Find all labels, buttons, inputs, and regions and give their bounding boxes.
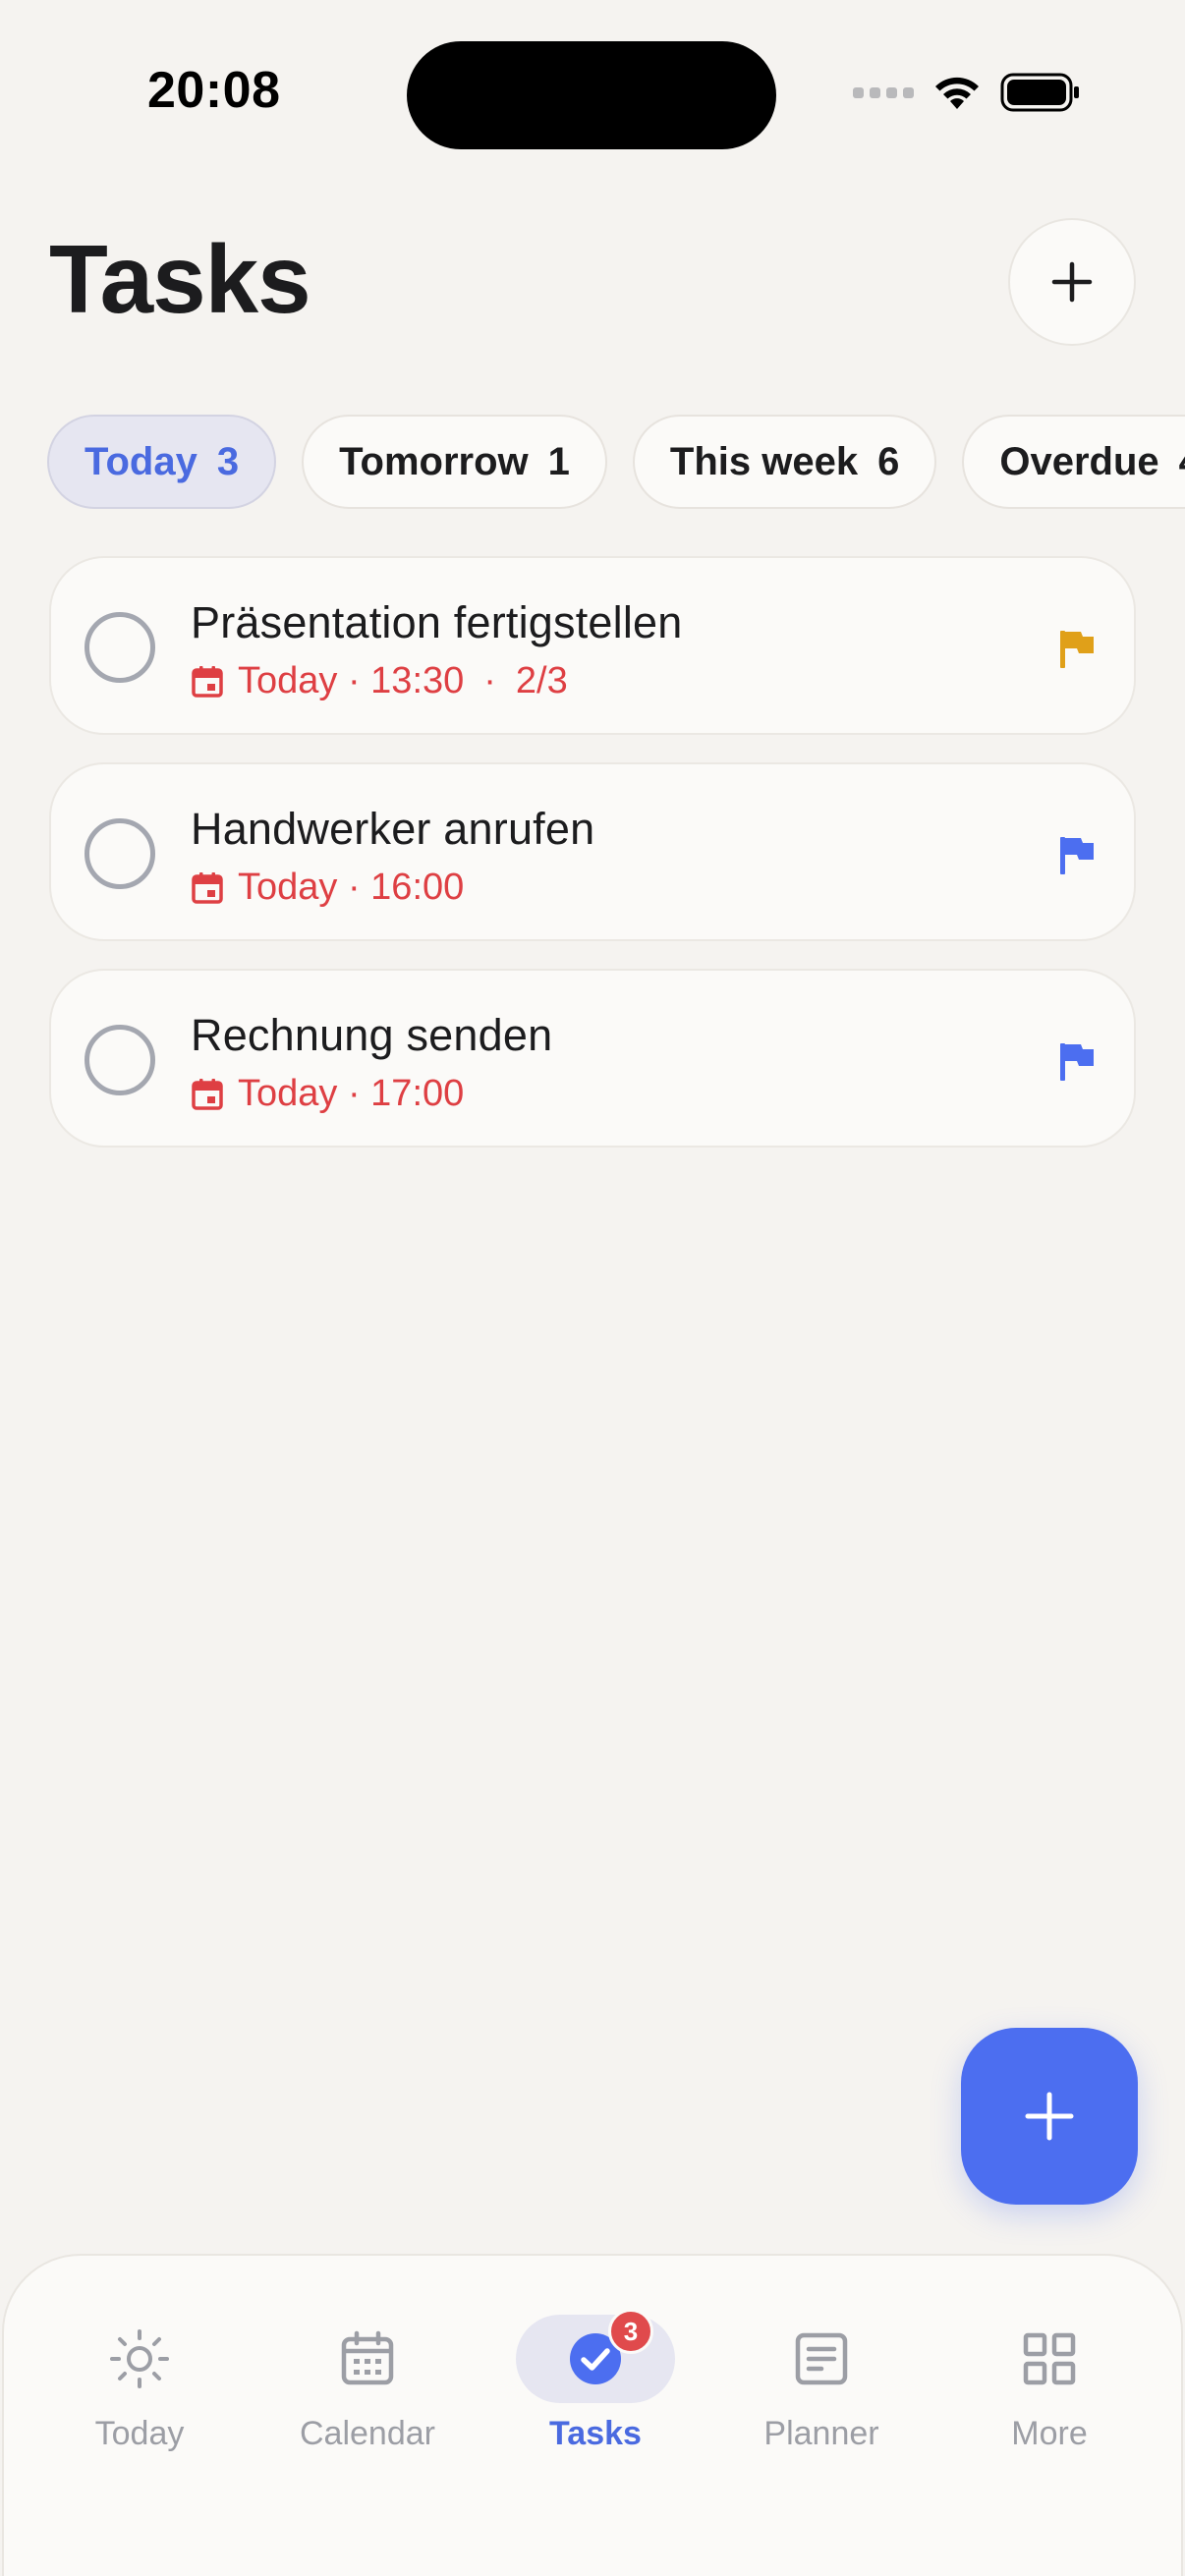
- dynamic-island: [407, 41, 776, 149]
- tasks-count-badge: 3: [608, 2309, 653, 2354]
- filter-chip-overdue[interactable]: Overdue 4: [962, 415, 1185, 509]
- tab-tasks[interactable]: 3 Tasks: [497, 2305, 694, 2462]
- task-title: Präsentation fertigstellen: [191, 597, 683, 647]
- task-due: Today · 17:00: [238, 1073, 465, 1114]
- filter-chip-today[interactable]: Today 3: [47, 415, 277, 509]
- header-add-button[interactable]: [1008, 218, 1136, 346]
- tab-bar: Today Calendar 3 Tasks Planner More: [2, 2254, 1183, 2576]
- task-item[interactable]: Rechnung senden Today · 17:00: [49, 969, 1136, 1148]
- filter-chip-this-week[interactable]: This week 6: [632, 415, 937, 509]
- chip-label: Today: [85, 439, 198, 483]
- task-complete-checkbox[interactable]: [85, 818, 155, 889]
- priority-flag-icon: [1060, 837, 1094, 874]
- status-icons: [853, 73, 1081, 112]
- task-due: Today · 16:00: [238, 867, 465, 908]
- task-item[interactable]: Präsentation fertigstellen Today · 13:30…: [49, 556, 1136, 735]
- tab-today[interactable]: Today: [41, 2305, 238, 2462]
- chip-count: 4: [1179, 440, 1185, 484]
- calendar-small-icon: [192, 1078, 223, 1110]
- task-item[interactable]: Handwerker anrufen Today · 16:00: [49, 762, 1136, 941]
- battery-icon: [1000, 73, 1079, 112]
- tab-label: Today: [94, 2415, 185, 2452]
- task-complete-checkbox[interactable]: [85, 612, 155, 683]
- sun-icon: [110, 2329, 169, 2388]
- task-title: Handwerker anrufen: [191, 804, 595, 854]
- calendar-icon: [341, 2330, 394, 2385]
- page-title: Tasks: [49, 225, 311, 333]
- tab-label: Tasks: [549, 2415, 642, 2452]
- task-subtasks: 2/3: [515, 660, 568, 701]
- calendar-small-icon: [192, 665, 223, 698]
- task-meta: Today · 16:00: [191, 867, 464, 909]
- planner-icon: [795, 2332, 848, 2385]
- filter-chips: Today 3 Tomorrow 1 This week 6 Overdue 4: [47, 415, 1185, 509]
- active-tab-indicator: 3: [516, 2309, 675, 2403]
- chip-label: Overdue: [999, 439, 1159, 483]
- task-complete-checkbox[interactable]: [85, 1025, 155, 1095]
- task-title: Rechnung senden: [191, 1010, 553, 1060]
- priority-flag-icon: [1060, 631, 1094, 668]
- tab-more[interactable]: More: [951, 2305, 1148, 2462]
- task-due: Today · 13:30: [238, 660, 465, 701]
- task-meta-separator: ·: [483, 660, 496, 701]
- tab-label: Planner: [763, 2415, 879, 2452]
- tab-label: Calendar: [300, 2415, 435, 2452]
- chip-count: 6: [877, 439, 900, 483]
- tab-planner[interactable]: Planner: [723, 2305, 920, 2462]
- wifi-icon: [935, 77, 979, 109]
- tab-calendar[interactable]: Calendar: [269, 2305, 466, 2462]
- plus-icon: [1025, 2092, 1074, 2141]
- priority-flag-icon: [1060, 1043, 1094, 1081]
- task-meta: Today · 13:30 · 2/3: [191, 660, 568, 702]
- grid-icon: [1023, 2332, 1076, 2385]
- filter-chip-tomorrow[interactable]: Tomorrow 1: [302, 415, 607, 509]
- chip-label: This week: [669, 439, 859, 483]
- tab-label: More: [1011, 2415, 1088, 2452]
- task-meta: Today · 17:00: [191, 1073, 464, 1115]
- status-bar: 20:08: [0, 0, 1185, 196]
- chip-label: Tomorrow: [339, 439, 529, 483]
- plus-icon: [1051, 261, 1093, 303]
- chip-count: 1: [547, 439, 570, 483]
- calendar-small-icon: [192, 871, 223, 904]
- chip-count: 3: [216, 439, 240, 483]
- status-time: 20:08: [147, 62, 281, 119]
- cellular-signal-icon: [853, 86, 914, 98]
- add-task-fab[interactable]: [961, 2028, 1138, 2205]
